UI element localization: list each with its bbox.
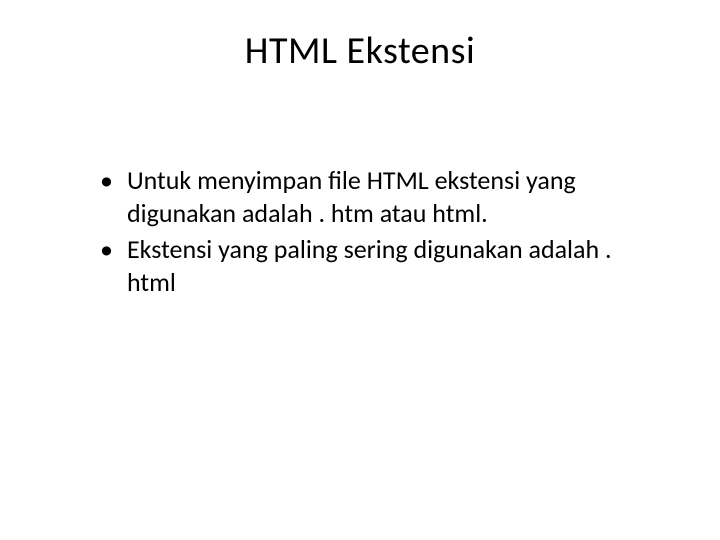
slide-content: • Untuk menyimpan file HTML ekstensi yan… (70, 164, 650, 298)
slide: HTML Ekstensi • Untuk menyimpan file HTM… (0, 0, 720, 540)
bullet-text: Ekstensi yang paling sering digunakan ad… (127, 233, 650, 298)
bullet-text: Untuk menyimpan file HTML ekstensi yang … (127, 164, 650, 229)
list-item: • Ekstensi yang paling sering digunakan … (100, 233, 650, 298)
slide-title: HTML Ekstensi (70, 28, 650, 74)
bullet-icon: • (100, 164, 113, 197)
bullet-icon: • (100, 233, 113, 266)
list-item: • Untuk menyimpan file HTML ekstensi yan… (100, 164, 650, 229)
